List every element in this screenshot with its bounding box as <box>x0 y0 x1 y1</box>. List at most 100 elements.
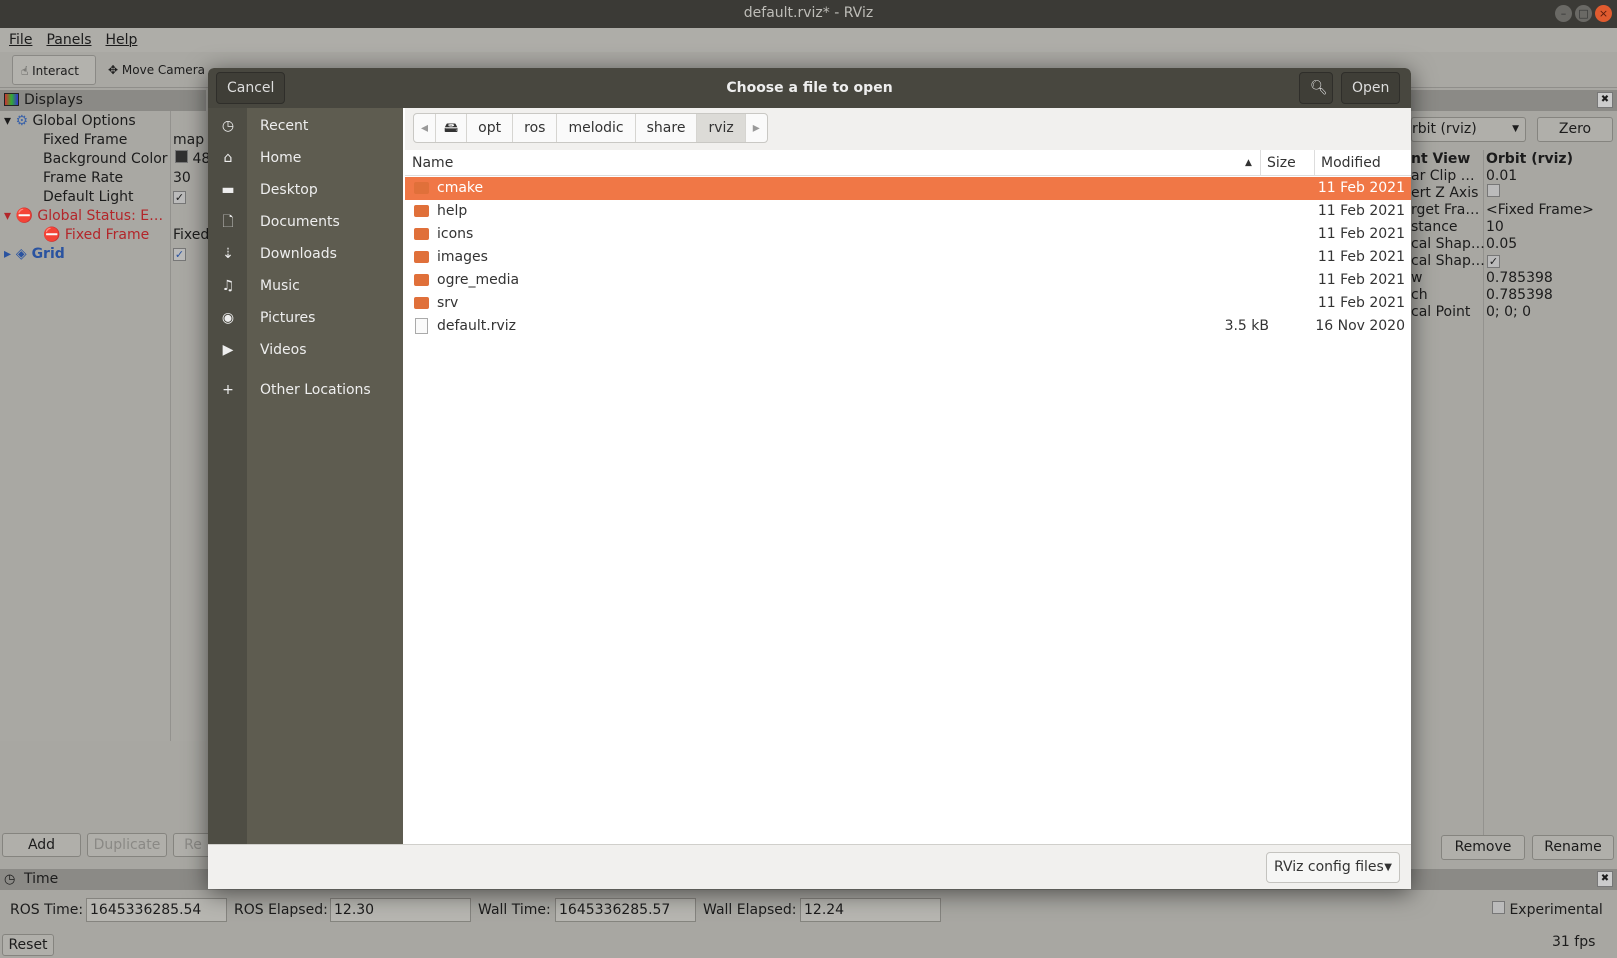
zero-button[interactable]: Zero <box>1537 117 1613 142</box>
file-list-header: Name ▲ Size Modified <box>405 150 1411 176</box>
place-documents[interactable]: 🗋 Documents <box>208 207 403 237</box>
experimental-checkbox[interactable]: Experimental <box>1492 898 1603 922</box>
prop-background-color-value[interactable]: 48 <box>175 150 210 169</box>
column-name[interactable]: Name <box>412 150 453 176</box>
file-filter-dropdown[interactable]: RViz config files ▼ <box>1266 852 1400 883</box>
folder-icon <box>414 205 429 217</box>
sort-ascending-icon: ▲ <box>1245 158 1252 168</box>
folder-icon <box>414 182 429 194</box>
path-share[interactable]: share <box>636 114 698 142</box>
error-icon: ⛔ <box>43 227 61 243</box>
close-time-panel-icon[interactable]: ✖ <box>1597 871 1613 887</box>
prop-fixed-frame-value[interactable]: map <box>173 131 204 150</box>
monitor-icon <box>4 93 19 106</box>
ros-time-field[interactable]: 1645336285.54 <box>86 898 227 922</box>
folder-icon <box>414 274 429 286</box>
dialog-header: Cancel Choose a file to open 🔍︎ Open <box>208 68 1411 108</box>
path-rviz[interactable]: rviz <box>697 114 746 142</box>
prop-frame-rate-value[interactable]: 30 <box>173 169 191 188</box>
column-size[interactable]: Size <box>1260 150 1296 176</box>
views-properties: nt View Orbit (rviz) ar Clip … 0.01 ert Z Ax… <box>1411 150 1617 840</box>
file-row[interactable]: ogre_media 11 Feb 2021 <box>405 269 1411 292</box>
view-type-dropdown[interactable]: rbit (rviz) ▼ <box>1411 117 1526 142</box>
dialog-footer: RViz config files ▼ <box>208 844 1411 889</box>
wall-time-label: Wall Time: <box>478 902 551 918</box>
tree-item-global-status[interactable]: ▾ ⛔ Global Status: E… <box>4 207 163 226</box>
path-melodic[interactable]: melodic <box>557 114 636 142</box>
window-title-bar: default.rviz* - RViz <box>0 0 1617 28</box>
grid-icon: ◈ <box>15 246 27 262</box>
tree-item-grid[interactable]: ▸ ◈ Grid <box>4 245 65 264</box>
close-button[interactable]: × <box>1595 5 1612 22</box>
maximize-button[interactable]: □ <box>1575 5 1592 22</box>
place-desktop[interactable]: ▬ Desktop <box>208 175 403 205</box>
view-prop-checkbox[interactable] <box>1487 184 1500 197</box>
file-row[interactable]: help 11 Feb 2021 <box>405 200 1411 223</box>
menu-panels[interactable]: Panels <box>46 28 91 52</box>
file-row[interactable]: srv 11 Feb 2021 <box>405 292 1411 315</box>
close-panel-icon[interactable]: ✖ <box>1597 92 1613 108</box>
file-icon <box>415 318 428 334</box>
tree-item-global-options[interactable]: ▾ ⚙ Global Options <box>4 112 136 131</box>
add-button[interactable]: Add <box>2 833 81 857</box>
interact-tool-button[interactable]: ☝ Interact <box>12 55 96 85</box>
camera-icon: ◉ <box>221 310 235 326</box>
move-camera-tool-button[interactable]: ✥ Move Camera <box>100 55 213 85</box>
file-row[interactable]: default.rviz 3.5 kB 16 Nov 2020 <box>405 315 1411 338</box>
path-ros[interactable]: ros <box>513 114 558 142</box>
ros-elapsed-label: ROS Elapsed: <box>234 902 328 918</box>
folder-icon <box>414 297 429 309</box>
prop-default-light: Default Light <box>43 189 134 205</box>
document-icon: 🗋 <box>222 214 234 230</box>
place-downloads[interactable]: ⇣ Downloads <box>208 239 403 269</box>
file-row[interactable]: images 11 Feb 2021 <box>405 246 1411 269</box>
place-pictures[interactable]: ◉ Pictures <box>208 303 403 333</box>
place-other-locations[interactable]: + Other Locations <box>208 375 403 405</box>
file-chooser-dialog: Cancel Choose a file to open 🔍︎ Open ◷ Re… <box>208 68 1411 889</box>
wall-elapsed-field[interactable]: 12.24 <box>800 898 941 922</box>
menu-help[interactable]: Help <box>106 28 138 52</box>
menu-file[interactable]: File <box>9 28 32 52</box>
path-scroll-right-icon[interactable]: ▸ <box>746 114 767 142</box>
path-scroll-left-icon[interactable]: ◂ <box>414 114 437 142</box>
place-music[interactable]: ♫ Music <box>208 271 403 301</box>
prop-background-color: Background Color <box>43 151 168 167</box>
download-icon: ⇣ <box>222 246 234 262</box>
wall-time-field[interactable]: 1645336285.57 <box>555 898 696 922</box>
place-recent[interactable]: ◷ Recent <box>208 111 403 141</box>
rename-display-button[interactable]: Re <box>173 833 213 857</box>
reset-button[interactable]: Reset <box>2 934 54 956</box>
file-row[interactable]: cmake 11 Feb 2021 <box>405 177 1411 200</box>
default-light-checkbox[interactable]: ✓ <box>173 191 186 204</box>
search-button[interactable]: 🔍︎ <box>1299 72 1333 104</box>
remove-view-button[interactable]: Remove <box>1441 835 1525 860</box>
place-home[interactable]: ⌂ Home <box>208 143 403 173</box>
folder-icon <box>414 228 429 240</box>
wall-elapsed-label: Wall Elapsed: <box>703 902 797 918</box>
column-modified[interactable]: Modified <box>1314 150 1381 176</box>
window-title: default.rviz* - RViz <box>743 5 874 21</box>
view-prop-name: cal Point <box>1411 304 1471 320</box>
duplicate-button[interactable]: Duplicate <box>87 833 167 857</box>
grid-checkbox[interactable]: ✓ <box>173 248 186 261</box>
view-prop-value[interactable]: 0; 0; 0 <box>1486 303 1531 322</box>
view-prop-checkbox[interactable]: ✓ <box>1487 255 1500 268</box>
path-opt[interactable]: opt <box>467 114 514 142</box>
place-videos[interactable]: ▶ Videos <box>208 335 403 365</box>
move-icon: ✥ <box>108 63 119 77</box>
fps-readout: 31 fps <box>1552 934 1596 950</box>
gear-icon: ⚙ <box>15 113 29 129</box>
rename-view-button[interactable]: Rename <box>1532 835 1614 860</box>
file-row[interactable]: icons 11 Feb 2021 <box>405 223 1411 246</box>
prop-fixed-frame: Fixed Frame <box>43 132 128 148</box>
clock-icon: ◷ <box>4 872 16 887</box>
tree-item-fixed-frame-status[interactable]: ⛔ Fixed Frame <box>43 226 149 245</box>
menu-bar: File Panels Help <box>0 28 1617 52</box>
displays-panel-header: Displays <box>0 90 206 111</box>
ros-elapsed-field[interactable]: 12.30 <box>330 898 471 922</box>
chevron-down-icon: ▼ <box>1384 862 1392 873</box>
drive-icon[interactable]: 🖴 <box>436 114 468 142</box>
open-button[interactable]: Open <box>1341 72 1401 104</box>
minimize-button[interactable]: – <box>1555 5 1572 22</box>
fixed-frame-status-value: Fixed <box>173 227 210 243</box>
